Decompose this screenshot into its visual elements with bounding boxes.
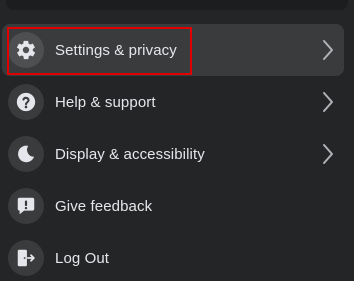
menu-item-settings-privacy[interactable]: Settings & privacy — [2, 24, 344, 76]
gear-icon — [8, 32, 44, 68]
question-icon — [8, 84, 44, 120]
menu-item-label: Give feedback — [55, 197, 153, 215]
logout-icon — [8, 240, 44, 276]
menu-item-label: Help & support — [55, 93, 156, 111]
menu-item-label: Settings & privacy — [55, 41, 177, 59]
panel-top-edge — [6, 0, 348, 10]
menu-list: Settings & privacy Help & support Displa… — [0, 24, 354, 281]
account-menu-panel: Settings & privacy Help & support Displa… — [0, 0, 354, 281]
menu-item-label: Log Out — [55, 249, 110, 267]
menu-item-help-support[interactable]: Help & support — [2, 76, 344, 128]
menu-item-label: Display & accessibility — [55, 145, 205, 163]
moon-icon — [8, 136, 44, 172]
menu-item-give-feedback[interactable]: Give feedback — [2, 180, 344, 232]
chevron-right-icon — [320, 90, 336, 114]
menu-item-display-accessibility[interactable]: Display & accessibility — [2, 128, 344, 180]
feedback-icon — [8, 188, 44, 224]
chevron-right-icon — [320, 38, 336, 62]
menu-item-log-out[interactable]: Log Out — [2, 232, 344, 281]
chevron-right-icon — [320, 142, 336, 166]
